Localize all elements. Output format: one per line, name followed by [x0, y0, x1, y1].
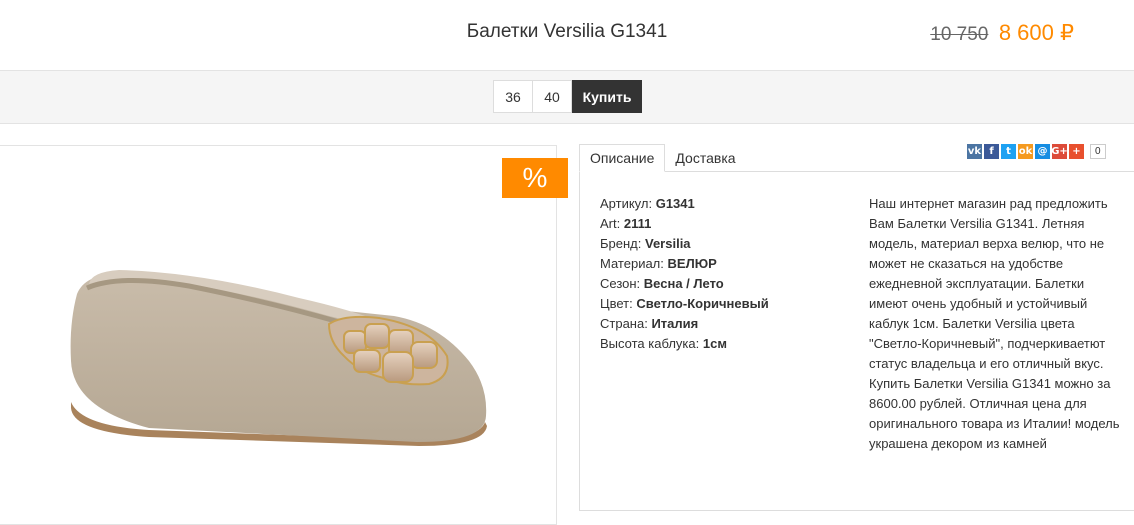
share-buttons: vk f t ok @ G+ + 0 — [967, 144, 1106, 159]
spec-row: Art: 2111 — [600, 216, 652, 231]
price-block: 10 750 8 600 ₽ — [930, 20, 1074, 46]
spec-row: Цвет: Светло-Коричневый — [600, 296, 769, 311]
old-price: 10 750 — [930, 24, 989, 45]
purchase-bar: 36 40 Купить — [0, 71, 1134, 124]
google-plus-icon[interactable]: G+ — [1051, 144, 1068, 159]
spec-list: Артикул: G1341 Art: 2111 Бренд: Versilia… — [600, 194, 769, 354]
spec-row: Сезон: Весна / Лето — [600, 276, 724, 291]
twitter-icon[interactable]: t — [1001, 144, 1016, 159]
vk-icon[interactable]: vk — [967, 144, 982, 159]
more-icon[interactable]: + — [1069, 144, 1084, 159]
size-selector: 36 40 Купить — [493, 80, 642, 113]
buy-button[interactable]: Купить — [572, 80, 642, 113]
mail-icon[interactable]: @ — [1035, 144, 1050, 159]
current-price: 8 600 ₽ — [998, 20, 1074, 45]
spec-row: Материал: ВЕЛЮР — [600, 256, 717, 271]
tab-bar: Описание Доставка — [579, 144, 746, 172]
ballet-flat-illustration — [70, 270, 487, 446]
share-counter: 0 — [1090, 144, 1106, 159]
facebook-icon[interactable]: f — [984, 144, 999, 159]
spec-row: Бренд: Versilia — [600, 236, 691, 251]
spec-row: Высота каблука: 1см — [600, 336, 727, 351]
size-option-36[interactable]: 36 — [493, 80, 533, 113]
tab-delivery[interactable]: Доставка — [665, 144, 745, 172]
sale-badge: % — [502, 158, 568, 198]
product-header: Балетки Versilia G1341 10 750 8 600 ₽ — [0, 0, 1134, 71]
spec-row: Страна: Италия — [600, 316, 699, 331]
product-image — [0, 145, 557, 525]
product-description: Наш интернет магазин рад предложить Вам … — [869, 196, 1120, 451]
spec-row: Артикул: G1341 — [600, 196, 695, 211]
size-option-40[interactable]: 40 — [532, 80, 572, 113]
odnoklassniki-icon[interactable]: ok — [1018, 144, 1033, 159]
tab-description[interactable]: Описание — [579, 144, 666, 172]
